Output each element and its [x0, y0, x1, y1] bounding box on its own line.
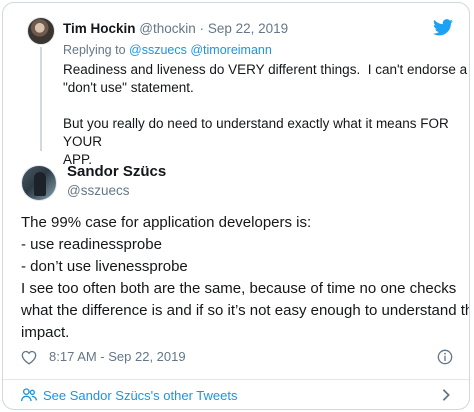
main-line-4: I see too often both are the same, becau…	[21, 280, 457, 297]
parent-author-handle[interactable]: @thockin	[139, 21, 195, 36]
main-author-avatar[interactable]	[21, 165, 57, 201]
main-line-2: - use readinessprobe	[21, 236, 162, 253]
main-line-6: impact.	[21, 324, 70, 341]
replying-to-line: Replying to @sszuecs @timoreimann	[63, 43, 272, 57]
embedded-tweet-card: Tim Hockin @thockin · Sep 22, 2019 Reply…	[2, 2, 470, 410]
parent-tweet-header: Tim Hockin @thockin · Sep 22, 2019	[63, 21, 288, 36]
people-icon	[21, 388, 37, 402]
parent-p1-line-2: "don't use" statement.	[63, 80, 194, 95]
main-author-name[interactable]: Sandor Szücs	[67, 163, 166, 180]
thread-connector-line	[40, 47, 42, 151]
parent-tweet-text: Readiness and liveness do VERY different…	[63, 61, 467, 169]
parent-author-name[interactable]: Tim Hockin	[63, 21, 136, 36]
main-line-5: what the difference is and if so it’s no…	[21, 302, 470, 319]
parent-tweet-date[interactable]: Sep 22, 2019	[208, 21, 288, 36]
other-tweets-label[interactable]: See Sandor Szücs's other Tweets	[43, 388, 237, 403]
parent-author-avatar[interactable]	[27, 17, 55, 45]
chevron-right-icon[interactable]	[441, 388, 451, 402]
tweet-meta-row: 8:17 AM - Sep 22, 2019	[21, 348, 453, 368]
parent-paragraph-1: Readiness and liveness do VERY different…	[63, 61, 467, 97]
heart-icon[interactable]	[21, 350, 37, 365]
other-tweets-link[interactable]: See Sandor Szücs's other Tweets	[3, 380, 469, 409]
parent-p1-line-1: Readiness and liveness do VERY different…	[63, 62, 470, 77]
main-tweet-text: The 99% case for application developers …	[21, 212, 470, 344]
avatar-figure	[34, 172, 46, 196]
info-icon[interactable]	[437, 349, 453, 365]
main-line-3: - don’t use livenessprobe	[21, 258, 188, 275]
main-author-handle[interactable]: @sszuecs	[67, 183, 129, 198]
parent-p2-line-1: But you really do need to understand exa…	[63, 116, 449, 149]
main-line-1: The 99% case for application developers …	[21, 214, 312, 231]
parent-tweet[interactable]: Tim Hockin @thockin · Sep 22, 2019 Reply…	[3, 3, 469, 167]
parent-separator: ·	[199, 21, 205, 36]
twitter-bird-icon[interactable]	[433, 19, 453, 36]
parent-paragraph-2: But you really do need to understand exa…	[63, 115, 453, 169]
reply-mention-sszuecs[interactable]: @sszuecs	[129, 43, 187, 57]
tweet-timestamp[interactable]: 8:17 AM - Sep 22, 2019	[49, 349, 186, 364]
reply-mention-timoreimann[interactable]: @timoreimann	[190, 43, 271, 57]
replying-to-label: Replying to	[63, 43, 126, 57]
